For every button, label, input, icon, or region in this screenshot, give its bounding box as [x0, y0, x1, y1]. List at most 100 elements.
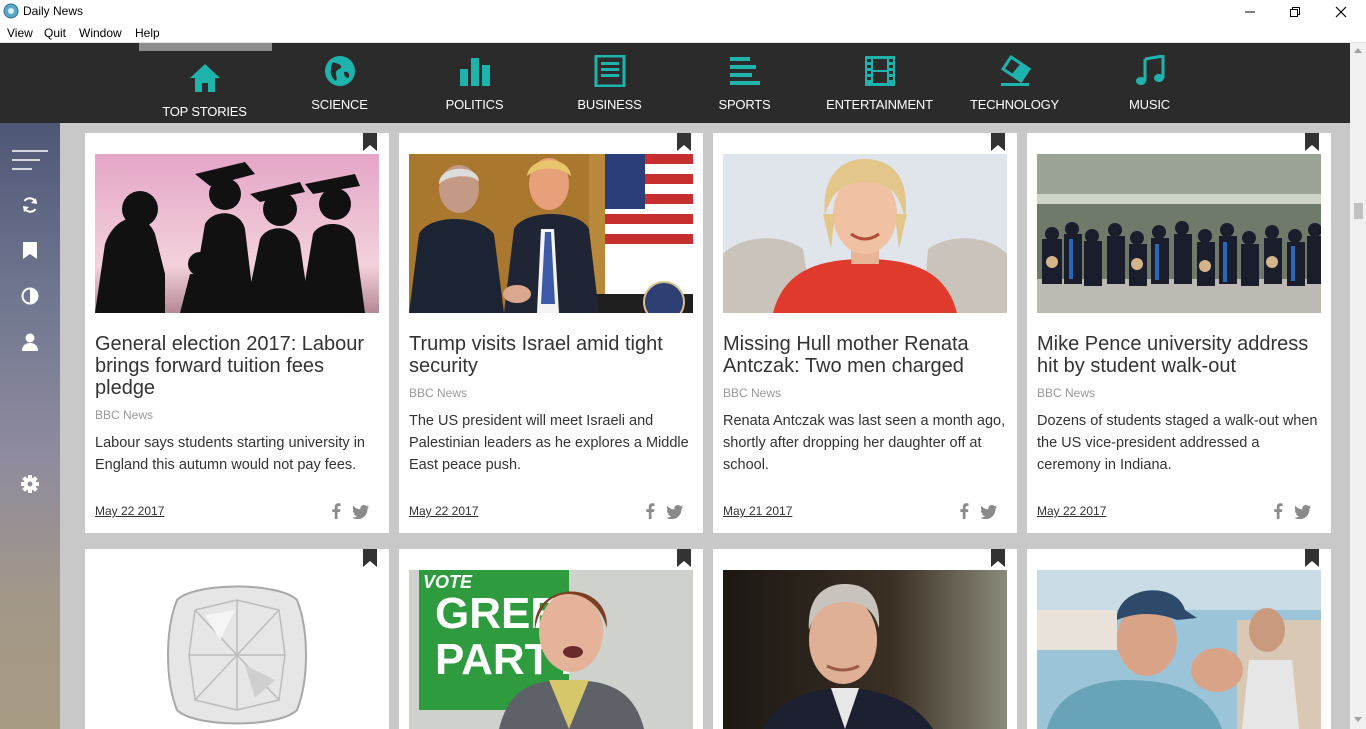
facebook-icon[interactable] [645, 503, 655, 519]
scroll-down-arrow-icon[interactable] [1354, 715, 1362, 723]
article-image [95, 154, 379, 313]
active-tab-indicator [139, 43, 272, 51]
nav-top-stories[interactable]: TOP STORIES [137, 43, 272, 123]
bookmark-icon[interactable] [363, 549, 377, 567]
refresh-icon [23, 197, 37, 213]
nav-label: SPORTS [718, 97, 771, 112]
minimize-icon [1245, 11, 1255, 12]
article-image [723, 570, 1007, 729]
article-image [723, 154, 1007, 313]
article-date[interactable]: May 22 2017 [409, 504, 478, 518]
vertical-scrollbar[interactable] [1350, 43, 1366, 729]
bookmark-icon[interactable] [1305, 549, 1319, 567]
menu-view[interactable]: View [7, 26, 33, 40]
menu-help[interactable]: Help [135, 26, 160, 40]
bookmark-icon[interactable] [1305, 133, 1319, 151]
window-title: Daily News [23, 4, 84, 18]
nav-business[interactable]: BUSINESS [542, 43, 677, 123]
category-nav: TOP STORIES SCIENCE POLITICS BUSINESS SP… [0, 43, 1350, 123]
article-headline[interactable]: Mike Pence university address hit by stu… [1037, 333, 1323, 377]
restore-button[interactable] [1272, 0, 1318, 23]
article-image [95, 570, 379, 729]
sidebar-refresh-button[interactable] [0, 190, 60, 220]
sidebar-settings-button[interactable] [0, 469, 60, 499]
article-headline[interactable]: General election 2017: Labour brings for… [95, 333, 381, 399]
article-source: BBC News [409, 386, 468, 400]
twitter-icon[interactable] [353, 505, 369, 519]
menu-window[interactable]: Window [79, 26, 122, 40]
article-date[interactable]: May 21 2017 [723, 504, 792, 518]
nav-entertainment[interactable]: ENTERTAINMENT [812, 43, 947, 123]
article-headline[interactable]: Missing Hull mother Renata Antczak: Two … [723, 333, 1009, 377]
article-card[interactable] [85, 549, 389, 729]
nav-label: TECHNOLOGY [969, 97, 1059, 112]
article-source: BBC News [1037, 386, 1096, 400]
article-summary: Labour says students starting university… [95, 435, 365, 473]
nav-technology[interactable]: TECHNOLOGY [947, 43, 1082, 123]
nav-label: ENTERTAINMENT [826, 97, 933, 112]
bookmark-icon [23, 241, 37, 259]
eraser-icon [997, 53, 1033, 89]
settings-icon [21, 475, 39, 493]
bookmark-icon[interactable] [677, 549, 691, 567]
article-card[interactable] [713, 549, 1017, 729]
nav-label: MUSIC [1129, 97, 1170, 112]
nav-label: POLITICS [445, 97, 504, 112]
article-card[interactable]: Trump visits Israel amid tight security … [399, 133, 703, 533]
close-icon [1335, 6, 1347, 17]
close-button[interactable] [1318, 0, 1364, 23]
nav-label: BUSINESS [577, 97, 642, 112]
globe-icon [322, 53, 358, 89]
film-icon [862, 53, 898, 89]
article-image [1037, 154, 1321, 313]
sidebar-theme-button[interactable] [0, 281, 60, 311]
sidebar-menu-button[interactable] [0, 145, 60, 175]
facebook-icon[interactable] [1273, 503, 1283, 519]
article-card[interactable]: General election 2017: Labour brings for… [85, 133, 389, 533]
article-date[interactable]: May 22 2017 [95, 504, 164, 518]
article-summary: Renata Antczak was last seen a month ago… [723, 413, 1006, 473]
article-card[interactable]: Mike Pence university address hit by stu… [1027, 133, 1331, 533]
menu-quit[interactable]: Quit [44, 26, 66, 40]
music-note-icon [1132, 53, 1168, 89]
bookmark-icon[interactable] [677, 133, 691, 151]
article-image [409, 154, 693, 313]
article-headline[interactable]: Trump visits Israel amid tight security [409, 333, 695, 377]
article-source: BBC News [723, 386, 782, 400]
bookmark-icon[interactable] [363, 133, 377, 151]
app-logo-icon [3, 3, 19, 19]
article-summary: Dozens of students staged a walk-out whe… [1037, 413, 1318, 473]
facebook-icon[interactable] [959, 503, 969, 519]
sidebar-profile-button[interactable] [0, 327, 60, 357]
article-image [1037, 570, 1321, 729]
twitter-icon[interactable] [667, 505, 683, 519]
minimize-button[interactable] [1227, 0, 1273, 23]
twitter-icon[interactable] [981, 505, 997, 519]
nav-label: TOP STORIES [162, 104, 247, 119]
sidebar [0, 123, 60, 729]
title-bar: Daily News [0, 0, 1366, 23]
article-grid: General election 2017: Labour brings for… [60, 123, 1350, 729]
article-date[interactable]: May 22 2017 [1037, 504, 1106, 518]
bookmark-icon[interactable] [991, 133, 1005, 151]
user-icon [22, 333, 38, 351]
article-source: BBC News [95, 408, 154, 422]
home-icon [187, 60, 223, 96]
contrast-icon [21, 287, 39, 305]
scrollbar-thumb[interactable] [1354, 203, 1363, 219]
menu-icon [12, 150, 48, 170]
nav-politics[interactable]: POLITICS [407, 43, 542, 123]
nav-science[interactable]: SCIENCE [272, 43, 407, 123]
bookmark-icon[interactable] [991, 549, 1005, 567]
article-summary: The US president will meet Israeli and P… [409, 413, 689, 473]
bar-chart-icon [457, 53, 493, 89]
facebook-icon[interactable] [331, 503, 341, 519]
article-card[interactable]: Missing Hull mother Renata Antczak: Two … [713, 133, 1017, 533]
twitter-icon[interactable] [1295, 505, 1311, 519]
sidebar-bookmarks-button[interactable] [0, 235, 60, 265]
article-card[interactable]: VOTE GREEN PARTY [399, 549, 703, 729]
nav-sports[interactable]: SPORTS [677, 43, 812, 123]
nav-music[interactable]: MUSIC [1082, 43, 1217, 123]
article-card[interactable] [1027, 549, 1331, 729]
scroll-up-arrow-icon[interactable] [1354, 47, 1362, 55]
